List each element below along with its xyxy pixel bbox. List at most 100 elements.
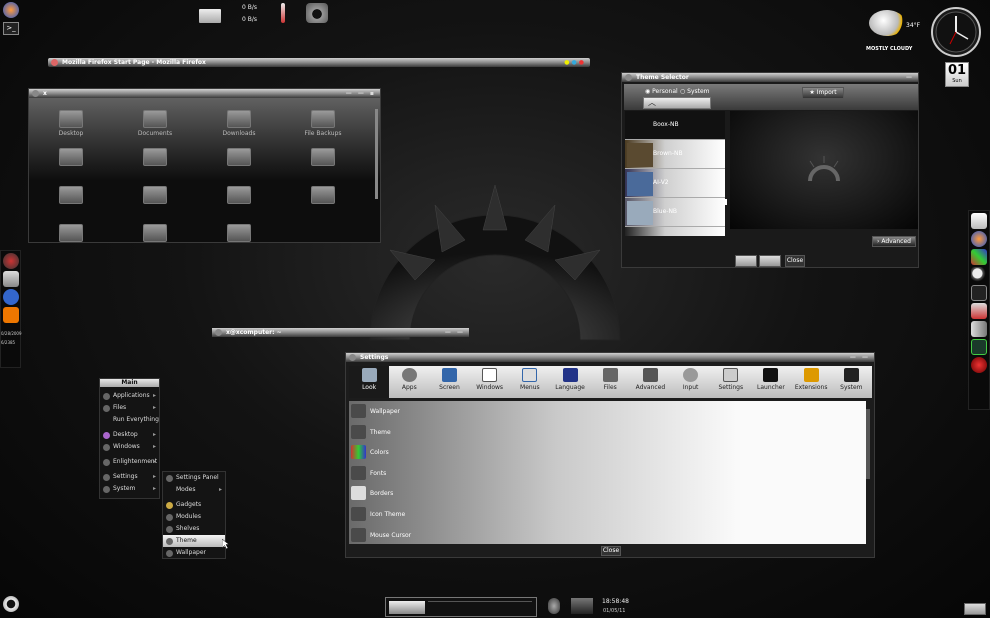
terminal-window[interactable]: x@xcomputer: ~ — — [212, 328, 469, 338]
category-windows[interactable]: Windows [470, 366, 510, 398]
theme-item[interactable]: Brown-NB [625, 140, 725, 169]
category-settings[interactable]: Settings [711, 366, 751, 398]
category-apps[interactable]: Apps [389, 366, 429, 398]
camera-icon[interactable] [306, 3, 328, 23]
category-system[interactable]: System [831, 366, 871, 398]
folder-item[interactable]: Downloads [197, 104, 281, 142]
folder-item[interactable] [197, 218, 281, 256]
firefox-window-buttons[interactable]: ●●● [564, 58, 586, 67]
settings-item-mouse-cursor[interactable]: Mouse Cursor [349, 525, 866, 546]
advanced-button[interactable]: › Advanced [872, 236, 916, 247]
folder-item[interactable]: File Backups [281, 104, 365, 142]
menu-item-desktop[interactable]: Desktop ▸ [100, 429, 159, 441]
category-launcher[interactable]: Launcher [751, 366, 791, 398]
menu-item-applications[interactable]: Applications ▸ [100, 390, 159, 402]
folder-item[interactable] [29, 218, 113, 256]
submenu-modules[interactable]: Modules [163, 511, 225, 523]
theme-close-button[interactable]: Close [785, 255, 805, 267]
settings-window-buttons[interactable]: — — [850, 353, 870, 362]
file-icon[interactable] [971, 213, 987, 229]
terminal-window-buttons[interactable]: — — [445, 328, 465, 337]
speedometer-icon[interactable] [2, 253, 19, 269]
folder-item[interactable]: Desktop [29, 104, 113, 142]
settings-titlebar[interactable]: Settings — — [346, 353, 874, 362]
menu-item-files[interactable]: Files ▸ [100, 402, 159, 414]
submenu-theme[interactable]: Theme [163, 535, 225, 547]
category-files[interactable]: Files [590, 366, 630, 398]
folder-item[interactable] [281, 142, 365, 180]
systray-icon[interactable] [964, 603, 986, 615]
pager[interactable] [385, 597, 537, 617]
monitor-icon[interactable] [971, 339, 987, 355]
menu-item-enlightenment[interactable]: Enlightenment ▸ [100, 456, 159, 468]
file-manager-titlebar[interactable]: x — — ▪ [29, 89, 380, 98]
settings-item-colors[interactable]: Colors [349, 442, 866, 463]
theme-item[interactable]: Blue-NB [625, 198, 725, 227]
theme-list[interactable]: Boox-NB Brown-NB AI-V2 Blue-NB [625, 111, 725, 236]
menu-item-windows[interactable]: Windows ▸ [100, 441, 159, 453]
bluetooth-icon[interactable] [2, 289, 19, 305]
pager-desk-active[interactable] [389, 601, 425, 614]
category-look[interactable]: Look [349, 366, 390, 398]
submenu-modes[interactable]: Modes ▸ [163, 484, 225, 496]
settings-window[interactable]: Settings — — Look Apps Screen Windows Me… [345, 352, 875, 558]
menu-item-settings[interactable]: Settings ▸ [100, 471, 159, 483]
settings-item-icon-theme[interactable]: Icon Theme [349, 504, 866, 525]
file-manager-window[interactable]: x — — ▪ Desktop Documents Downloads File… [28, 88, 381, 243]
mouse-icon[interactable] [548, 598, 560, 614]
firefox-icon[interactable] [3, 2, 19, 18]
file-manager-scrollbar[interactable] [375, 109, 378, 199]
radio-system[interactable]: ○ System [680, 88, 710, 95]
folder-item[interactable] [113, 180, 197, 218]
search-icon[interactable] [971, 267, 987, 283]
paint-icon[interactable] [971, 249, 987, 265]
theme-item[interactable]: AI-V2 [625, 169, 725, 198]
category-input[interactable]: Input [671, 366, 711, 398]
volume-icon[interactable] [971, 321, 987, 337]
settings-item-theme[interactable]: Theme [349, 422, 866, 443]
file-manager-window-buttons[interactable]: — — ▪ [346, 89, 376, 98]
settings-scrollbar[interactable] [866, 409, 870, 479]
pager-desks[interactable] [428, 601, 532, 614]
scroll-up-button[interactable]: ︿ [643, 97, 711, 109]
menu-item-run-everything[interactable]: Run Everything [100, 414, 159, 426]
theme-item[interactable]: Boox-NB [625, 111, 725, 140]
telescope-icon[interactable] [571, 598, 593, 614]
rss-icon[interactable] [2, 307, 19, 323]
category-extensions[interactable]: Extensions [791, 366, 831, 398]
folder-item[interactable] [197, 180, 281, 218]
category-language[interactable]: Language [550, 366, 590, 398]
category-advanced[interactable]: Advanced [630, 366, 670, 398]
menu-item-system[interactable]: System ▸ [100, 483, 159, 495]
category-screen[interactable]: Screen [429, 366, 469, 398]
folder-item[interactable] [29, 180, 113, 218]
theme-selector-window-buttons[interactable]: — [906, 73, 914, 82]
folder-item[interactable] [29, 142, 113, 180]
radio-personal[interactable]: ◉ Personal [645, 88, 678, 95]
settings-item-borders[interactable]: Borders [349, 483, 866, 504]
folder-item[interactable]: Documents [113, 104, 197, 142]
settings-item-fonts[interactable]: Fonts [349, 463, 866, 484]
terminal-icon[interactable]: >_ [3, 22, 19, 35]
folder-item[interactable] [197, 142, 281, 180]
settings-item-wallpaper[interactable]: Wallpaper [349, 401, 866, 422]
folder-item[interactable] [113, 142, 197, 180]
power-icon[interactable] [971, 357, 987, 373]
theme-selector-window[interactable]: Theme Selector — ◉ Personal ○ System ︿ ★… [621, 72, 919, 268]
terminal-icon[interactable] [971, 285, 987, 301]
mail-icon[interactable] [199, 9, 221, 23]
category-menus[interactable]: Menus [510, 366, 550, 398]
package-icon[interactable] [971, 303, 987, 319]
theme-selector-titlebar[interactable]: Theme Selector — [622, 73, 918, 82]
settings-close-button[interactable]: Close [601, 546, 621, 556]
import-button[interactable]: ★ Import [802, 87, 844, 99]
firefox-icon[interactable] [971, 231, 987, 247]
submenu-shelves[interactable]: Shelves [163, 523, 225, 535]
submenu-gadgets[interactable]: Gadgets [163, 499, 225, 511]
theme-item[interactable] [625, 227, 725, 236]
terminal-titlebar[interactable]: x@xcomputer: ~ — — [212, 328, 469, 337]
submenu-settings-panel[interactable]: Settings Panel [163, 472, 225, 484]
ok-button[interactable] [759, 255, 781, 267]
start-menu-icon[interactable] [3, 596, 19, 612]
firefox-titlebar[interactable]: Mozilla Firefox Start Page - Mozilla Fir… [48, 58, 590, 67]
